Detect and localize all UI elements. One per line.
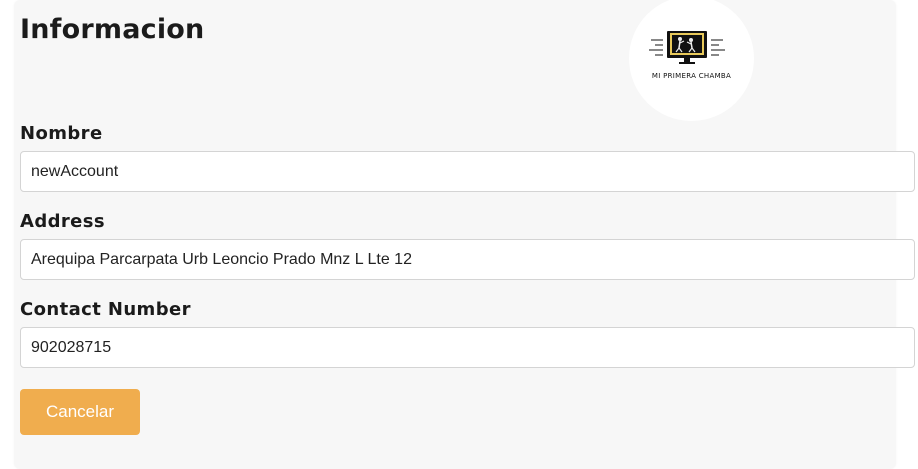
contact-number-input[interactable] xyxy=(20,327,915,368)
company-logo: MI PRIMERA CHAMBA xyxy=(629,0,754,121)
address-label: Address xyxy=(20,211,106,232)
address-input[interactable] xyxy=(20,239,915,280)
monitor-logo-icon xyxy=(649,31,725,64)
cancel-button[interactable]: Cancelar xyxy=(20,389,140,435)
logo-label: MI PRIMERA CHAMBA xyxy=(651,72,732,80)
name-label: Nombre xyxy=(20,123,103,144)
page-title: Informacion xyxy=(20,14,205,45)
profile-card xyxy=(14,0,896,469)
name-input[interactable] xyxy=(20,151,915,192)
contact-number-label: Contact Number xyxy=(20,299,191,320)
